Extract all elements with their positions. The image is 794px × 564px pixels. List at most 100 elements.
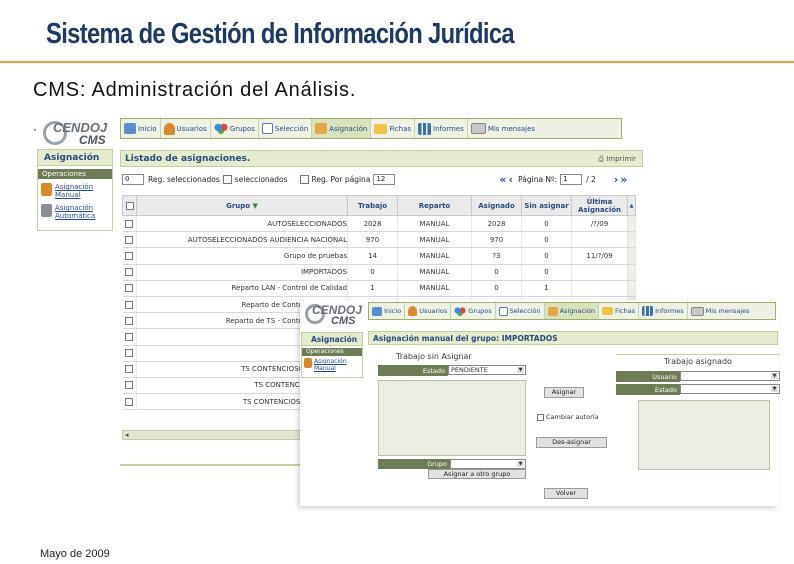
toolbar-item-inicio[interactable]: Inicio: [369, 303, 406, 319]
back-button[interactable]: Volver: [544, 488, 588, 499]
scroll-left-icon[interactable]: ◂: [125, 431, 129, 439]
users-icon: [163, 122, 175, 135]
unassigned-state-row: Estado: [378, 365, 448, 376]
toolbar-item-asignacion[interactable]: Asignación: [544, 303, 599, 319]
toolbar-item-grupos[interactable]: Grupos: [451, 303, 496, 319]
toolbar-item-usuarios[interactable]: Usuarios: [161, 119, 211, 138]
unassigned-state-select[interactable]: PENDIENTE ▼: [448, 365, 526, 375]
select-all-checkbox[interactable]: [222, 174, 232, 184]
next-page-icon[interactable]: ›: [614, 173, 619, 186]
assigned-state-select[interactable]: ▼: [680, 384, 780, 394]
row-checkbox[interactable]: [125, 365, 134, 374]
cell-ultima-asignacion: [571, 231, 628, 249]
header-select-checkbox[interactable]: [125, 201, 134, 210]
page-label: Página Nº:: [518, 174, 558, 184]
print-label: Imprimir: [606, 155, 636, 163]
toolbar-item-grupos[interactable]: Grupos: [211, 119, 259, 138]
change-author-checkbox[interactable]: [537, 413, 544, 421]
main-toolbar: Inicio Usuarios Grupos Selección Asignac…: [120, 118, 622, 139]
column-header-reparto[interactable]: Reparto: [397, 195, 472, 216]
chevron-down-icon: ▼: [771, 386, 778, 392]
toolbar-item-asignacion[interactable]: Asignación: [312, 119, 372, 138]
vertical-scrollbar-cell[interactable]: [627, 247, 636, 265]
page-number-input[interactable]: 1: [560, 173, 583, 185]
cell-asignado: 970: [471, 231, 522, 249]
list-panel-title: Listado de asignaciones.: [125, 154, 251, 164]
row-checkbox[interactable]: [125, 349, 134, 358]
sort-desc-icon: ▼: [252, 201, 258, 210]
cell-grupo: Grupo de pruebas: [136, 247, 348, 265]
toolbar-item-seleccion[interactable]: Selección: [259, 119, 313, 138]
scroll-up-icon[interactable]: ▲: [627, 195, 636, 216]
assign-panel-header: Asignación manual del grupo: IMPORTADOS: [368, 331, 778, 345]
title-divider: [0, 61, 794, 63]
toolbar-item-fichas[interactable]: Fichas: [599, 303, 640, 319]
sidebar-item-asignacion-manual[interactable]: Asignación Manual: [304, 358, 362, 372]
toolbar-item-inicio[interactable]: Inicio: [121, 119, 161, 138]
table-row[interactable]: IMPORTADOS 0 MANUAL 0 0: [122, 264, 636, 281]
sidebar-link-label: Asignación Manual: [55, 183, 94, 199]
row-checkbox[interactable]: [125, 332, 134, 341]
row-checkbox[interactable]: [125, 316, 134, 325]
vertical-scrollbar-cell[interactable]: [627, 280, 636, 297]
footer-date: Mayo de 2009: [40, 548, 110, 560]
toolbar-label: Asignación: [329, 124, 368, 133]
change-author-row: Cambiar autoría: [537, 413, 599, 421]
toolbar-item-mensajes[interactable]: Mis mensajes: [468, 119, 538, 138]
manual-assignment-window: CENDOJ CMS Inicio Usuarios Grupos Selecc…: [300, 300, 780, 506]
column-header-ultima-asignacion[interactable]: Última Asignación: [571, 195, 628, 216]
per-page-input[interactable]: 12: [373, 173, 396, 185]
sidebar-item-asignacion-automatica[interactable]: Asignación Automática: [41, 204, 112, 220]
prev-page-icon[interactable]: ‹: [509, 173, 514, 186]
assigned-work-list[interactable]: [638, 400, 770, 470]
cell-trabajo: 14: [347, 247, 398, 265]
toolbar-label: Usuarios: [176, 124, 207, 133]
row-checkbox[interactable]: [125, 397, 134, 406]
print-link[interactable]: ⎙ Imprimir: [598, 151, 636, 167]
toolbar-item-informes[interactable]: Informes: [415, 119, 468, 138]
row-checkbox[interactable]: [125, 251, 134, 260]
table-row[interactable]: AUTOSELECCIONADOS 2028 MANUAL 2028 0/?/09: [122, 215, 636, 233]
assign-to-other-group-button[interactable]: Asignar a otro grupo: [428, 469, 526, 479]
list-controls: 0 Reg. seleccionados seleccionados Reg. …: [122, 172, 642, 186]
vertical-scrollbar-cell[interactable]: [627, 231, 636, 249]
row-checkbox[interactable]: [125, 235, 134, 244]
per-page-checkbox[interactable]: [299, 174, 309, 184]
table-row[interactable]: Reparto LAN - Control de Calidad 1 MANUAL 0…: [122, 280, 636, 297]
assign-button[interactable]: Asignar: [544, 387, 584, 398]
selected-count-field[interactable]: 0: [122, 173, 144, 185]
first-page-icon[interactable]: «: [499, 173, 506, 186]
assignment-icon: [315, 123, 328, 134]
row-checkbox[interactable]: [125, 219, 134, 228]
toolbar-item-mensajes[interactable]: Mis mensajes: [688, 303, 753, 319]
row-checkbox-cell: [122, 280, 137, 297]
column-header-grupo[interactable]: Grupo ▼: [136, 195, 348, 216]
table-row[interactable]: AUTOSELECCIONADOS AUDIENCIA NACIONAL 970 M…: [122, 231, 636, 249]
vertical-scrollbar-cell[interactable]: [627, 215, 636, 233]
column-header-sin-asignar[interactable]: Sin asignar: [521, 195, 572, 216]
unassigned-work-list[interactable]: [378, 380, 526, 456]
row-checkbox[interactable]: [125, 268, 134, 277]
sidebar-item-asignacion-manual[interactable]: Asignación Manual: [41, 183, 112, 199]
cell-grupo: AUTOSELECCIONADOS: [136, 215, 348, 233]
sidebar-link-label: Asignación Manual: [314, 358, 347, 372]
toolbar-item-informes[interactable]: Informes: [639, 303, 688, 319]
vertical-scrollbar-cell[interactable]: [627, 264, 636, 281]
user-select[interactable]: ▼: [680, 371, 780, 381]
row-checkbox[interactable]: [125, 284, 134, 293]
group-row: Grupo: [378, 459, 450, 469]
toolbar-item-usuarios[interactable]: Usuarios: [405, 303, 452, 319]
column-header-asignado[interactable]: Asignado: [471, 195, 522, 216]
sidebar-section-operaciones: Operaciones: [302, 348, 362, 356]
column-header-trabajo[interactable]: Trabajo: [347, 195, 398, 216]
row-checkbox[interactable]: [125, 381, 134, 390]
unassign-button[interactable]: Des-asignar: [536, 437, 607, 448]
table-row[interactable]: Grupo de pruebas 14 MANUAL ?3 0 11/?/09: [122, 247, 636, 265]
group-select[interactable]: ▼: [450, 459, 526, 469]
toolbar-item-seleccion[interactable]: Selección: [496, 303, 545, 319]
cell-grupo: Reparto LAN - Control de Calidad: [136, 280, 348, 297]
assigned-state-row: Estado: [616, 384, 680, 395]
row-checkbox[interactable]: [125, 300, 134, 309]
toolbar-item-fichas[interactable]: Fichas: [371, 119, 416, 138]
last-page-icon[interactable]: »: [620, 173, 627, 186]
